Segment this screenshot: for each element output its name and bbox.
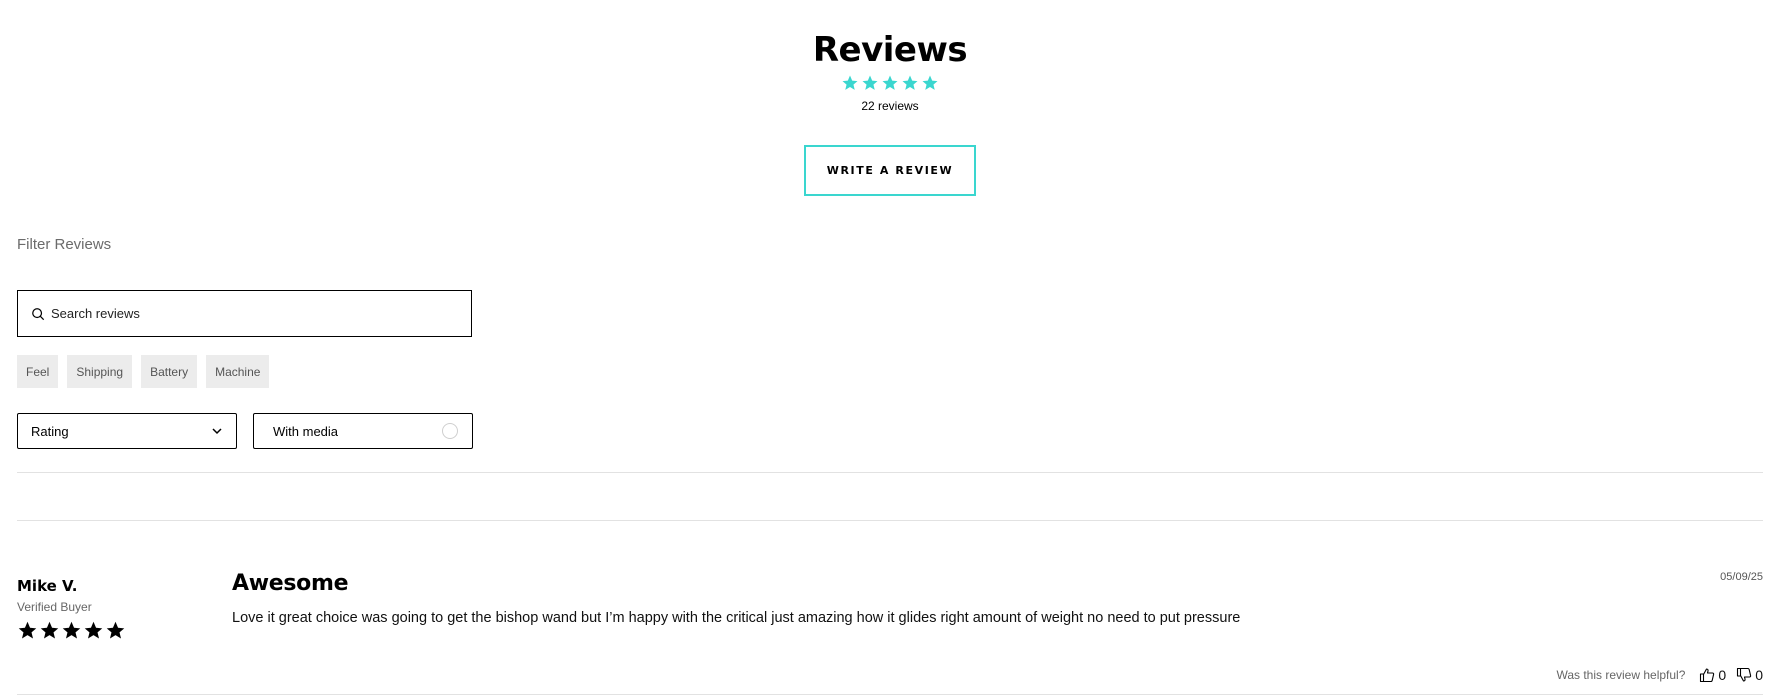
reviewer-name: Mike V. [17,577,78,595]
search-icon [32,307,45,320]
thumbs-up-button[interactable]: 0 [1699,667,1726,683]
star-icon [40,621,59,639]
review-date: 05/09/25 [1720,571,1763,583]
star-icon [842,75,858,90]
topic-chips: Feel Shipping Battery Machine [17,355,270,388]
chevron-down-icon [212,428,222,435]
search-input[interactable] [51,306,451,321]
star-icon [84,621,103,639]
verified-buyer-badge: Verified Buyer [17,600,92,614]
thumbs-up-icon [1700,668,1715,683]
with-media-label: With media [273,423,339,439]
chip-feel[interactable]: Feel [17,355,59,388]
chip-machine[interactable]: Machine [206,355,270,388]
star-icon [62,621,81,639]
star-icon [106,621,125,639]
rating-select-label: Rating [31,423,69,439]
thumbs-down-button[interactable]: 0 [1736,667,1763,683]
review-count: 22 reviews [861,99,919,113]
thumbs-down-icon [1737,667,1752,682]
with-media-toggle[interactable]: With media [253,413,473,449]
review-rating-stars [17,620,126,641]
divider [17,694,1763,695]
helpful-votes: Was this review helpful? 0 0 [1556,667,1763,683]
with-media-radio[interactable] [442,423,458,439]
review-title: Awesome [232,571,349,596]
chip-shipping[interactable]: Shipping [67,355,133,388]
page-title: Reviews [812,30,968,70]
down-vote-count: 0 [1755,667,1763,683]
write-review-button[interactable]: WRITE A REVIEW [804,145,976,196]
chip-battery[interactable]: Battery [141,355,198,388]
star-icon [882,75,898,90]
review-body: Love it great choice was going to get th… [232,610,1241,626]
rating-select[interactable]: Rating [17,413,237,449]
filter-reviews-heading: Filter Reviews [17,236,112,253]
search-box[interactable] [17,290,472,337]
up-vote-count: 0 [1718,667,1727,683]
star-icon [18,621,37,639]
divider [17,472,1763,473]
star-icon [922,75,938,90]
average-rating-stars [0,74,1780,92]
divider [17,520,1763,521]
star-icon [862,75,878,90]
star-icon [902,75,918,90]
helpful-label: Was this review helpful? [1556,668,1686,682]
